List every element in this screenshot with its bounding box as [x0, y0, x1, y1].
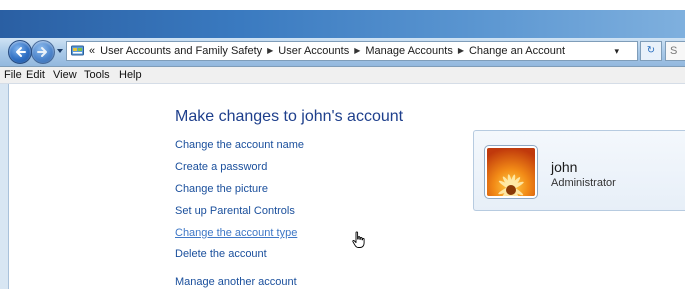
recent-pages-chevron-icon[interactable] [56, 47, 64, 55]
forward-arrow-icon [37, 47, 47, 57]
breadcrumb-user-accounts[interactable]: User Accounts [278, 42, 349, 60]
menu-bar: File Edit View Tools Help [0, 67, 685, 84]
manage-another-account-link[interactable]: Manage another account [175, 276, 297, 288]
breadcrumb-change-an-account[interactable]: Change an Account [469, 42, 565, 60]
top-margin [0, 0, 685, 10]
search-input[interactable]: S [665, 41, 685, 61]
left-pane-edge [0, 84, 9, 289]
back-arrow-icon [16, 47, 26, 57]
change-account-type-link[interactable]: Change the account type [175, 227, 297, 239]
back-button[interactable] [8, 40, 32, 64]
breadcrumb-separator[interactable]: ▶ [458, 42, 464, 60]
menu-tools[interactable]: Tools [84, 67, 110, 83]
user-name: john [551, 159, 578, 175]
parental-controls-link[interactable]: Set up Parental Controls [175, 205, 295, 217]
menu-edit[interactable]: Edit [26, 67, 45, 83]
breadcrumb-overflow[interactable]: « [89, 42, 95, 60]
page-title: Make changes to john's account [175, 108, 404, 125]
navigation-bar: « User Accounts and Family Safety ▶ User… [0, 38, 685, 67]
refresh-button[interactable]: ↻ [640, 41, 662, 61]
address-dropdown-icon[interactable]: ▾ [614, 42, 619, 60]
user-role: Administrator [551, 177, 616, 189]
account-card: john Administrator [473, 130, 685, 211]
avatar[interactable] [485, 146, 537, 198]
change-picture-link[interactable]: Change the picture [175, 183, 268, 195]
window-title-bar [0, 10, 685, 38]
breadcrumb-separator[interactable]: ▶ [267, 42, 273, 60]
breadcrumb-manage-accounts[interactable]: Manage Accounts [365, 42, 452, 60]
breadcrumb-user-accounts-family-safety[interactable]: User Accounts and Family Safety [100, 42, 262, 60]
forward-button[interactable] [31, 40, 55, 64]
hand-cursor-icon [352, 231, 365, 248]
breadcrumb: « User Accounts and Family Safety ▶ User… [89, 42, 570, 60]
control-panel-icon [71, 45, 84, 56]
change-account-name-link[interactable]: Change the account name [175, 139, 304, 151]
flower-picture-icon [487, 148, 535, 196]
breadcrumb-separator[interactable]: ▶ [354, 42, 360, 60]
menu-help[interactable]: Help [119, 67, 142, 83]
menu-file[interactable]: File [4, 67, 22, 83]
menu-view[interactable]: View [53, 67, 77, 83]
address-bar[interactable]: « User Accounts and Family Safety ▶ User… [66, 41, 638, 61]
delete-account-link[interactable]: Delete the account [175, 248, 267, 260]
create-password-link[interactable]: Create a password [175, 161, 267, 173]
